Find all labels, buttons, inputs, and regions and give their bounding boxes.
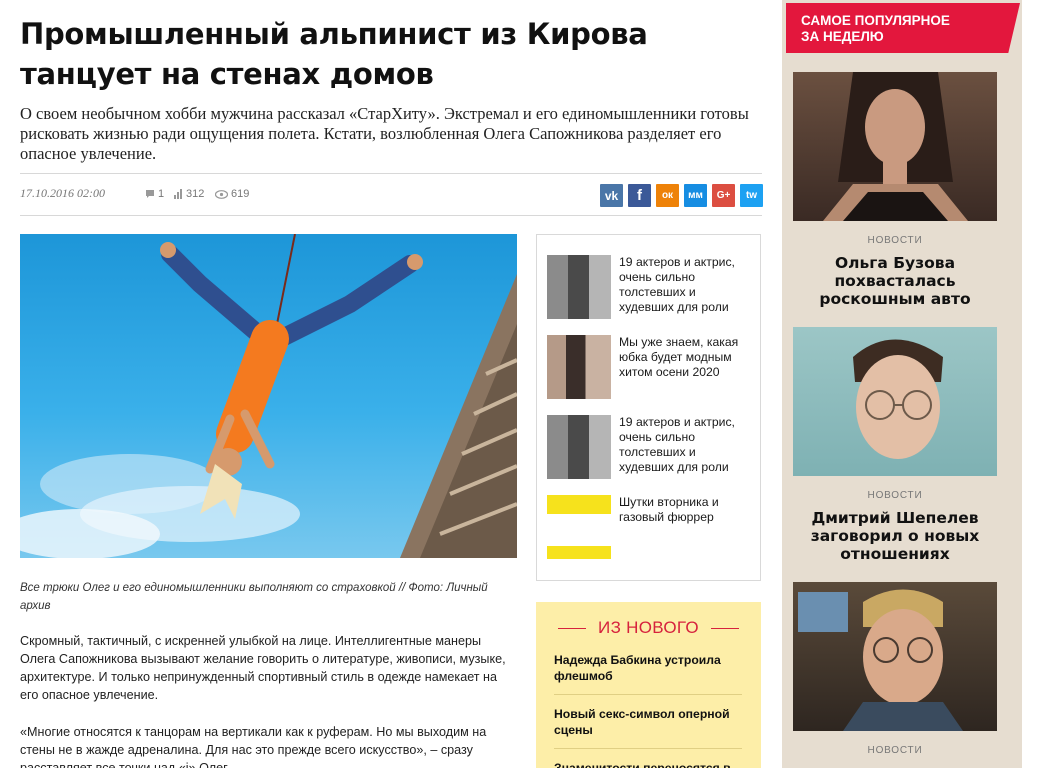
eye-icon <box>215 189 228 199</box>
latest-news-box: ИЗ НОВОГО Надежда Бабкина устроила флешм… <box>536 602 761 768</box>
heading-line <box>711 628 739 629</box>
popular-item-photo[interactable] <box>793 582 997 731</box>
facebook-icon: f <box>637 187 642 204</box>
popular-item-photo[interactable] <box>793 72 997 221</box>
article-title: Промышленный альпинист из Кирова танцует… <box>20 17 648 91</box>
popular-item-title[interactable]: Ольга Бузова похвасталась роскошным авто <box>793 254 997 308</box>
share-twitter-button[interactable]: tw <box>740 184 763 207</box>
article-hero-photo <box>20 234 517 558</box>
popular-item-kicker: НОВОСТИ <box>867 235 923 246</box>
views-count: 619 <box>215 188 249 200</box>
share-odnoklassniki-button[interactable]: ок <box>656 184 679 207</box>
twitter-icon: tw <box>745 190 758 201</box>
popular-item-title[interactable]: Дмитрий Шепелев заговорил о новых отноше… <box>793 509 997 563</box>
news-item[interactable]: Знаменитости переносятся в <box>554 760 744 768</box>
jokes-thumb <box>547 495 611 559</box>
news-divider <box>554 748 742 749</box>
actors-collage-thumb <box>547 415 611 479</box>
related-item[interactable]: Мы уже знаем, какая юбка будет модным хи… <box>547 335 749 399</box>
actors-collage-thumb <box>547 255 611 319</box>
article-lead: О своем необычном хобби мужчина рассказа… <box>20 104 749 163</box>
photo-caption: Все трюки Олег и его единомышленники вып… <box>20 582 488 612</box>
share-moimir-button[interactable]: мм <box>684 184 707 207</box>
popular-heading: САМОЕ ПОПУЛЯРНОЕ ЗА НЕДЕЛЮ <box>786 3 1020 53</box>
share-facebook-button[interactable]: f <box>628 184 651 207</box>
popular-item-kicker: НОВОСТИ <box>867 490 923 501</box>
share-googleplus-button[interactable]: G+ <box>712 184 735 207</box>
publish-date: 17.10.2016 02:00 <box>20 186 105 200</box>
article-paragraph: Скромный, тактичный, с искренней улыбкой… <box>20 634 506 702</box>
related-item[interactable]: 19 актеров и актрис, очень сильно толсте… <box>547 255 749 319</box>
man-glasses-portrait-illustration <box>798 589 963 731</box>
share-vk-button[interactable]: vk <box>600 184 623 207</box>
fashion-thumb <box>547 335 611 399</box>
vk-icon: vk <box>604 188 619 203</box>
meta-divider-bottom <box>20 215 762 216</box>
man-portrait-illustration <box>853 339 943 459</box>
comment-icon <box>146 190 154 198</box>
popular-item-photo[interactable] <box>793 327 997 476</box>
news-item[interactable]: Новый секс-символ оперной сцены <box>554 706 744 738</box>
news-item[interactable]: Надежда Бабкина устроила флешмоб <box>554 652 744 684</box>
woman-portrait-illustration <box>823 72 968 221</box>
bar-chart-icon <box>174 189 182 199</box>
related-item[interactable]: 19 актеров и актрис, очень сильно толсте… <box>547 415 749 479</box>
related-articles-box: 19 актеров и актрис, очень сильно толсте… <box>536 234 761 581</box>
comments-count[interactable]: 1 <box>145 188 164 200</box>
odnoklassniki-icon: ок <box>661 190 674 201</box>
article-paragraph: «Многие относятся к танцорам на вертикал… <box>20 725 487 768</box>
meta-divider-top <box>20 173 762 174</box>
related-item[interactable]: Шутки вторника и газовый фюррер <box>547 495 749 559</box>
popular-item-kicker: НОВОСТИ <box>867 745 923 756</box>
climber-photo-illustration <box>20 234 517 558</box>
news-divider <box>554 694 742 695</box>
ratings-count: 312 <box>173 188 204 200</box>
moimir-icon: мм <box>688 190 703 201</box>
googleplus-icon: G+ <box>716 190 731 201</box>
